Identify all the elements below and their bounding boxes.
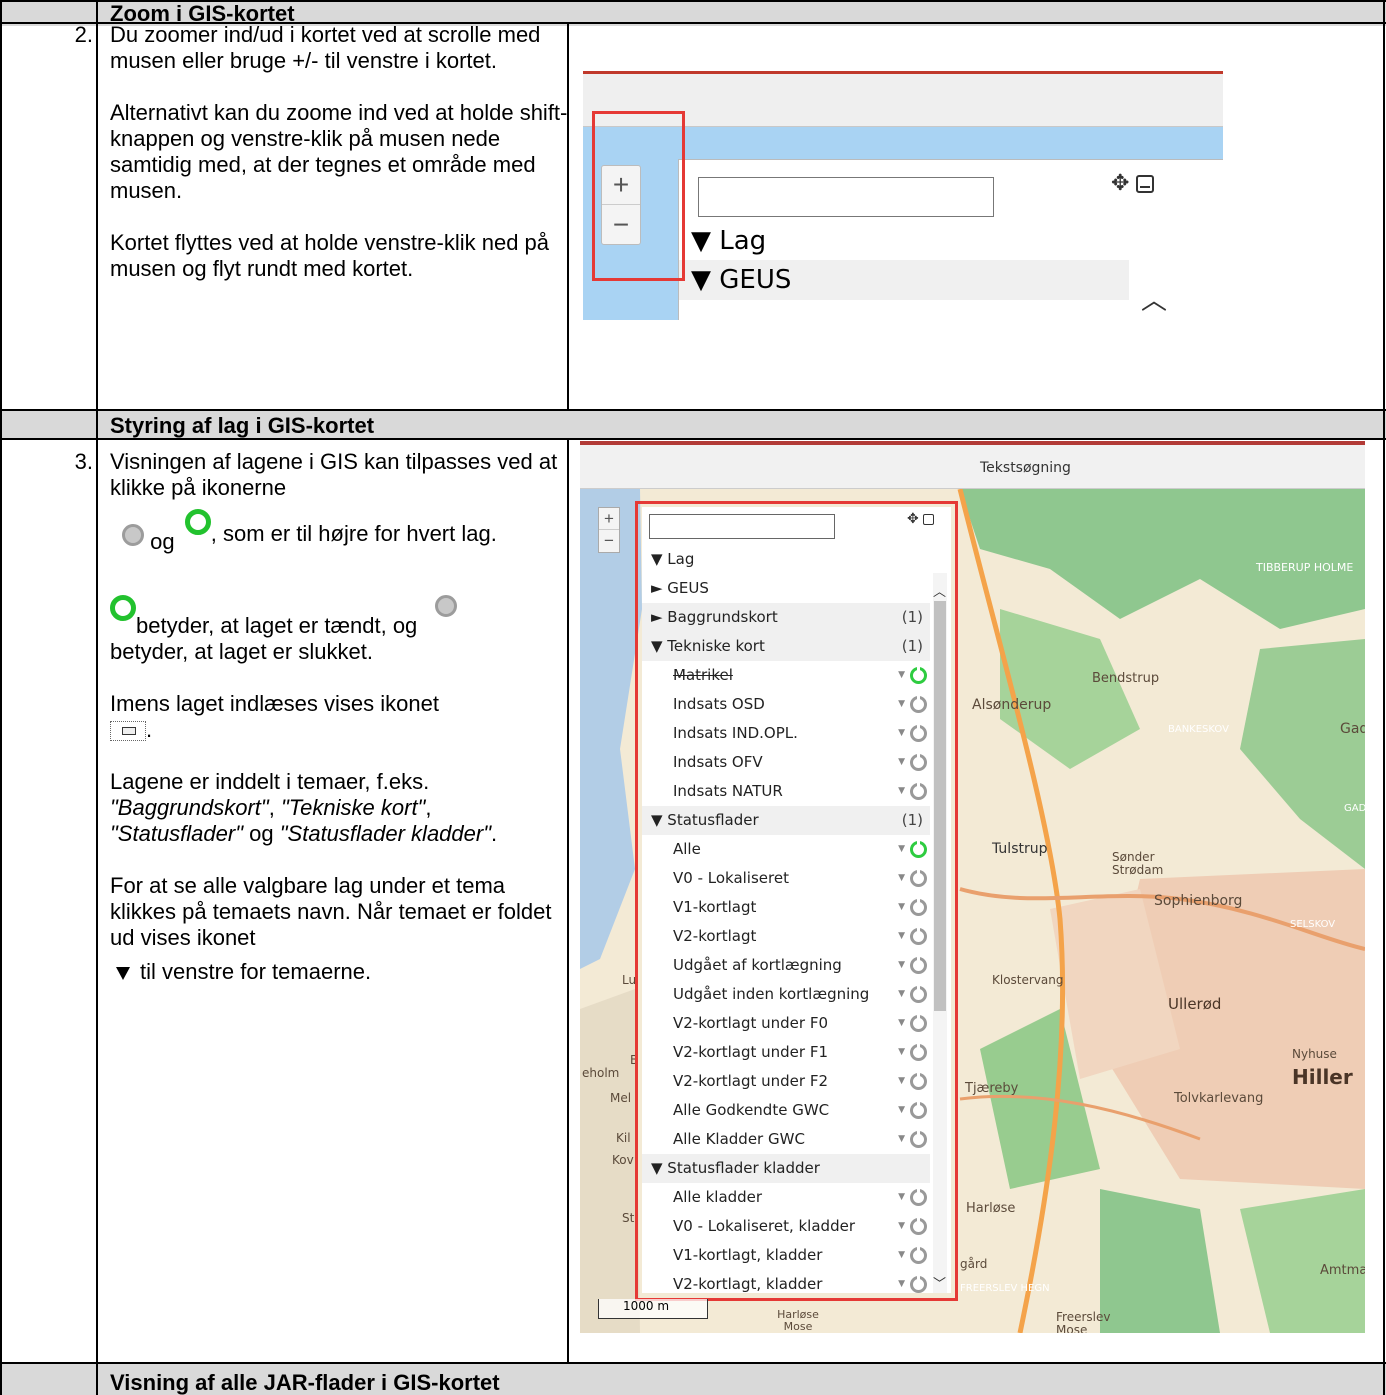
theme-statusflader-kladder: "Statusflader kladder"	[279, 821, 492, 846]
map-label: Alsønderup	[972, 697, 1052, 713]
map-label: Tjæreby	[965, 1081, 1019, 1096]
map-label: Lu	[622, 973, 637, 987]
step-3-p4i: .	[491, 821, 498, 846]
zoom-in-button[interactable]: +	[599, 508, 619, 530]
step-3-paragraph-6: til venstre for temaerne.	[140, 959, 372, 984]
table-border	[0, 0, 1386, 2]
layers-screenshot: Tekstsøgning TIBBERUP HOLME Bendstrup Al…	[580, 441, 1365, 1333]
map-label: FREERSLEV HEGN	[960, 1283, 1050, 1294]
step-3-p4c: ,	[268, 795, 281, 820]
step-3-paragraph-3-end: .	[146, 717, 153, 742]
chevron-up-icon[interactable]: ︿	[1141, 280, 1167, 317]
zoom-out-button[interactable]: −	[599, 530, 619, 552]
step-3-paragraph-5: For at se alle valgbare lag under et tem…	[110, 873, 552, 950]
map-label: eholm	[582, 1066, 620, 1080]
step-3-paragraph-3: Imens laget indlæses vises ikonet	[110, 691, 439, 716]
table-border	[0, 438, 1386, 440]
map-label: Kov	[612, 1153, 634, 1167]
map-label: Harløse Mose	[777, 1308, 819, 1333]
power-off-icon	[435, 595, 458, 617]
map-label: Hiller	[1292, 1065, 1353, 1089]
power-on-icon	[110, 595, 136, 621]
map-label: Freerslev Mose	[1056, 1310, 1111, 1334]
map-label: Tolvkarlevang	[1174, 1091, 1264, 1106]
step-3-p4a: Lagene er inddelt i temaer, f.eks.	[110, 769, 430, 794]
map-label: Amtma	[1320, 1263, 1365, 1278]
layer-group-geus[interactable]: ▼ GEUS	[679, 260, 1129, 300]
map-label: Sønder Strødam	[1112, 850, 1164, 877]
move-icon[interactable]: ✥	[1111, 170, 1129, 195]
table-border	[0, 1362, 1386, 1364]
step-number-3: 3.	[74, 449, 93, 474]
table-border	[1383, 0, 1385, 1395]
step-2-paragraph-2: Alternativt kan du zoome ind ved at hold…	[110, 100, 568, 203]
step-3-paragraph-1a: Visningen af lagene i GIS kan tilpasses …	[110, 449, 558, 500]
highlight-box	[635, 501, 958, 1301]
expand-triangle-icon	[116, 966, 130, 980]
power-on-icon	[184, 509, 211, 535]
step-number-2: 2.	[74, 22, 93, 47]
step-3-paragraph-4: Lagene er inddelt i temaer, f.eks. "Baggr…	[110, 769, 568, 847]
power-off-icon	[122, 524, 144, 547]
theme-statusflader: "Statusflader"	[110, 821, 244, 846]
map-label: Gad	[1340, 721, 1365, 737]
map-label: Mel	[610, 1091, 632, 1105]
map-label: SELSKOV	[1290, 919, 1336, 930]
map-label: Sophienborg	[1154, 893, 1243, 909]
map-label: Nyhuse	[1292, 1047, 1337, 1061]
layer-panel: ✥ ▼ Lag ▼ GEUS ︿	[678, 159, 1223, 320]
step-3-og: og	[150, 529, 175, 554]
loading-icon	[110, 721, 146, 742]
text-search-label[interactable]: Tekstsøgning	[980, 460, 1071, 476]
section-title-layers: Styring af lag i GIS-kortet	[110, 413, 375, 438]
step-3-text: Visningen af lagene i GIS kan tilpasses …	[110, 449, 568, 985]
step-3-paragraph-1c: , som er til højre for hvert lag.	[210, 521, 497, 546]
table-border	[0, 409, 1386, 411]
map-label: BANKESKOV	[1168, 724, 1229, 735]
step-2-text: Du zoomer ind/ud i kortet ved at scrolle…	[110, 22, 568, 282]
map-label: Ullerød	[1168, 995, 1222, 1013]
zoom-screenshot: + − ✥ ▼ Lag ▼ GEUS ︿	[583, 71, 1223, 320]
step-2-paragraph-3: Kortet flyttes ved at holde venstre-klik…	[110, 230, 550, 281]
step-3-paragraph-2b: betyder, at laget er slukket.	[110, 639, 373, 664]
map-label: Kil	[616, 1131, 631, 1145]
map-label: Harløse	[966, 1201, 1016, 1216]
theme-tekniske-kort: "Tekniske kort"	[280, 795, 426, 820]
step-2-paragraph-1: Du zoomer ind/ud i kortet ved at scrolle…	[110, 22, 541, 73]
minimize-icon[interactable]	[1135, 175, 1154, 194]
step-3-p4e: ,	[425, 795, 432, 820]
step-3-p4g: og	[243, 821, 280, 846]
section-title-jar: Visning af alle JAR-flader i GIS-kortet	[110, 1370, 500, 1395]
highlight-box	[592, 111, 685, 281]
theme-baggrundskort: "Baggrundskort"	[110, 795, 269, 820]
layer-search-input[interactable]	[698, 177, 994, 217]
layer-root-lag[interactable]: ▼ Lag	[691, 226, 766, 256]
table-border	[567, 22, 569, 410]
step-3-paragraph-2a: betyder, at laget er tændt, og	[136, 613, 418, 638]
map-label: GADEV	[1344, 803, 1365, 814]
map-label: Klostervang	[992, 973, 1064, 987]
map-label: TIBBERUP HOLME	[1256, 561, 1354, 574]
table-border	[0, 22, 1386, 24]
panel-controls: ✥	[1111, 170, 1154, 196]
table-border	[567, 438, 569, 1363]
table-border	[0, 0, 2, 1395]
scale-bar: 1000 m	[598, 1299, 708, 1319]
map-label: St	[622, 1211, 635, 1225]
zoom-control: + −	[598, 507, 620, 553]
instruction-table: Zoom i GIS-kortet 2. Du zoomer ind/ud i …	[0, 0, 1386, 1395]
map-label: Bendstrup	[1092, 671, 1160, 686]
table-border	[96, 0, 98, 1395]
map-toolbar: Tekstsøgning	[580, 441, 1365, 489]
map-label: Tulstrup	[992, 841, 1048, 857]
map-label: gård	[960, 1257, 988, 1271]
